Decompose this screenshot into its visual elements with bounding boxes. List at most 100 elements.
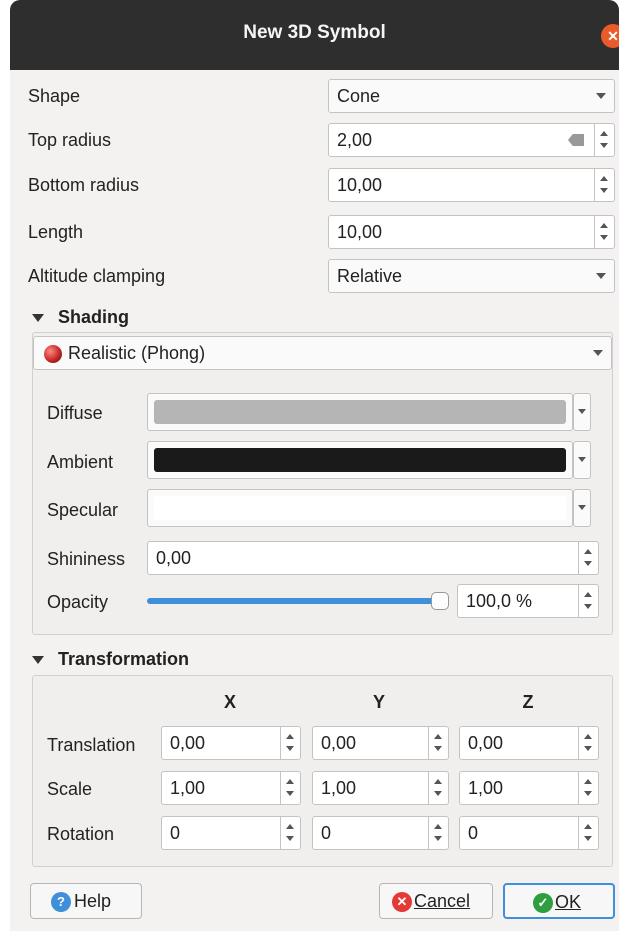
help-button-label: Help [74, 891, 112, 911]
spin-buttons[interactable] [428, 727, 448, 759]
title-bar: New 3D Symbol ✕ [10, 0, 619, 70]
axis-x-label: X [223, 692, 236, 712]
spin-buttons[interactable] [594, 169, 614, 201]
translation-x-value: 0,00 [170, 733, 206, 753]
rotation-z-spinbox[interactable]: 0 [459, 816, 599, 850]
rotation-label: Rotation [47, 824, 115, 844]
help-icon: ? [51, 892, 71, 912]
scale-z-spinbox[interactable]: 1,00 [459, 771, 599, 805]
ambient-label: Ambient [47, 452, 114, 472]
bottom-radius-label: Bottom radius [28, 175, 140, 195]
shading-header[interactable]: Shading [32, 307, 129, 328]
shape-label: Shape [28, 86, 81, 106]
cancel-icon: ✕ [392, 892, 412, 912]
translation-z-spinbox[interactable]: 0,00 [459, 726, 599, 760]
sphere-icon [44, 345, 62, 363]
cancel-button[interactable]: ✕ Cancel [379, 883, 493, 919]
translation-x-spinbox[interactable]: 0,00 [161, 726, 301, 760]
rotation-y-value: 0 [321, 823, 332, 843]
scale-x-value: 1,00 [170, 778, 206, 798]
opacity-spinbox[interactable]: 100,0 % [457, 584, 599, 618]
transformation-header[interactable]: Transformation [32, 649, 189, 670]
spin-buttons[interactable] [594, 124, 614, 156]
top-radius-spinbox[interactable]: 2,00 [328, 123, 615, 157]
specular-label: Specular [47, 500, 119, 520]
scale-z-value: 1,00 [468, 778, 504, 798]
spin-buttons[interactable] [578, 585, 598, 617]
ambient-swatch [154, 448, 566, 472]
altitude-clamping-combo[interactable]: Relative [328, 259, 615, 293]
opacity-slider-track[interactable] [147, 598, 440, 604]
ok-button[interactable]: ✓ OK [503, 883, 615, 919]
scale-label: Scale [47, 779, 93, 799]
specular-color-dropdown[interactable] [573, 489, 591, 527]
ok-button-label: OK [555, 892, 582, 912]
shading-header-label: Shading [58, 307, 129, 327]
specular-color-button[interactable] [147, 489, 573, 527]
collapse-triangle-icon [32, 314, 44, 323]
scale-y-spinbox[interactable]: 1,00 [312, 771, 449, 805]
bottom-radius-spinbox[interactable]: 10,00 [328, 168, 615, 202]
scale-y-value: 1,00 [321, 778, 357, 798]
altitude-clamping-value: Relative [337, 266, 403, 286]
spin-buttons[interactable] [578, 542, 598, 574]
check-icon: ✓ [533, 893, 553, 913]
shape-combo[interactable]: Cone [328, 79, 615, 113]
axis-z-label: Z [522, 692, 534, 712]
rotation-x-spinbox[interactable]: 0 [161, 816, 301, 850]
top-radius-label: Top radius [28, 130, 112, 150]
specular-swatch [154, 496, 566, 520]
translation-z-value: 0,00 [468, 733, 504, 753]
cancel-button-label: Cancel [414, 891, 471, 911]
spin-buttons[interactable] [578, 817, 598, 849]
help-button[interactable]: ? Help [30, 883, 142, 919]
opacity-slider-handle[interactable] [431, 592, 449, 610]
spin-buttons[interactable] [428, 817, 448, 849]
transformation-group: X Y Z Translation 0,00 0,00 0,00 Scale 1… [32, 675, 613, 867]
shininess-value: 0,00 [156, 548, 192, 568]
length-label: Length [28, 222, 84, 242]
ambient-color-dropdown[interactable] [573, 441, 591, 479]
window-title: New 3D Symbol [243, 22, 386, 43]
chevron-down-icon [578, 505, 586, 510]
spin-buttons[interactable] [280, 772, 300, 804]
spin-buttons[interactable] [280, 817, 300, 849]
rotation-x-value: 0 [170, 823, 181, 843]
chevron-down-icon [578, 409, 586, 414]
length-spinbox[interactable]: 10,00 [328, 215, 615, 249]
axis-y-label: Y [372, 692, 385, 712]
rotation-y-spinbox[interactable]: 0 [312, 816, 449, 850]
scale-x-spinbox[interactable]: 1,00 [161, 771, 301, 805]
spin-buttons[interactable] [594, 216, 614, 248]
spin-buttons[interactable] [578, 772, 598, 804]
transformation-header-label: Transformation [58, 649, 190, 669]
clear-icon[interactable] [568, 134, 584, 146]
dialog-body: Shape Cone Top radius 2,00 Bottom radius… [10, 70, 619, 931]
shininess-label: Shininess [47, 549, 126, 569]
diffuse-label: Diffuse [47, 403, 103, 423]
diffuse-color-button[interactable] [147, 393, 573, 431]
translation-y-spinbox[interactable]: 0,00 [312, 726, 449, 760]
diffuse-color-dropdown[interactable] [573, 393, 591, 431]
top-radius-value: 2,00 [337, 130, 373, 150]
length-value: 10,00 [337, 222, 383, 242]
opacity-label: Opacity [47, 592, 109, 612]
material-combo[interactable]: Realistic (Phong) [33, 336, 612, 370]
translation-label: Translation [47, 735, 136, 755]
shading-group: Realistic (Phong) Diffuse Ambient Specul… [32, 332, 613, 635]
material-value: Realistic (Phong) [68, 343, 206, 363]
bottom-radius-value: 10,00 [337, 175, 383, 195]
chevron-down-icon [596, 273, 606, 279]
chevron-down-icon [596, 93, 606, 99]
shininess-spinbox[interactable]: 0,00 [147, 541, 599, 575]
diffuse-swatch [154, 400, 566, 424]
spin-buttons[interactable] [578, 727, 598, 759]
translation-y-value: 0,00 [321, 733, 357, 753]
close-icon[interactable]: ✕ [601, 24, 619, 48]
ambient-color-button[interactable] [147, 441, 573, 479]
spin-buttons[interactable] [280, 727, 300, 759]
chevron-down-icon [593, 350, 603, 356]
chevron-down-icon [578, 457, 586, 462]
spin-buttons[interactable] [428, 772, 448, 804]
collapse-triangle-icon [32, 656, 44, 665]
